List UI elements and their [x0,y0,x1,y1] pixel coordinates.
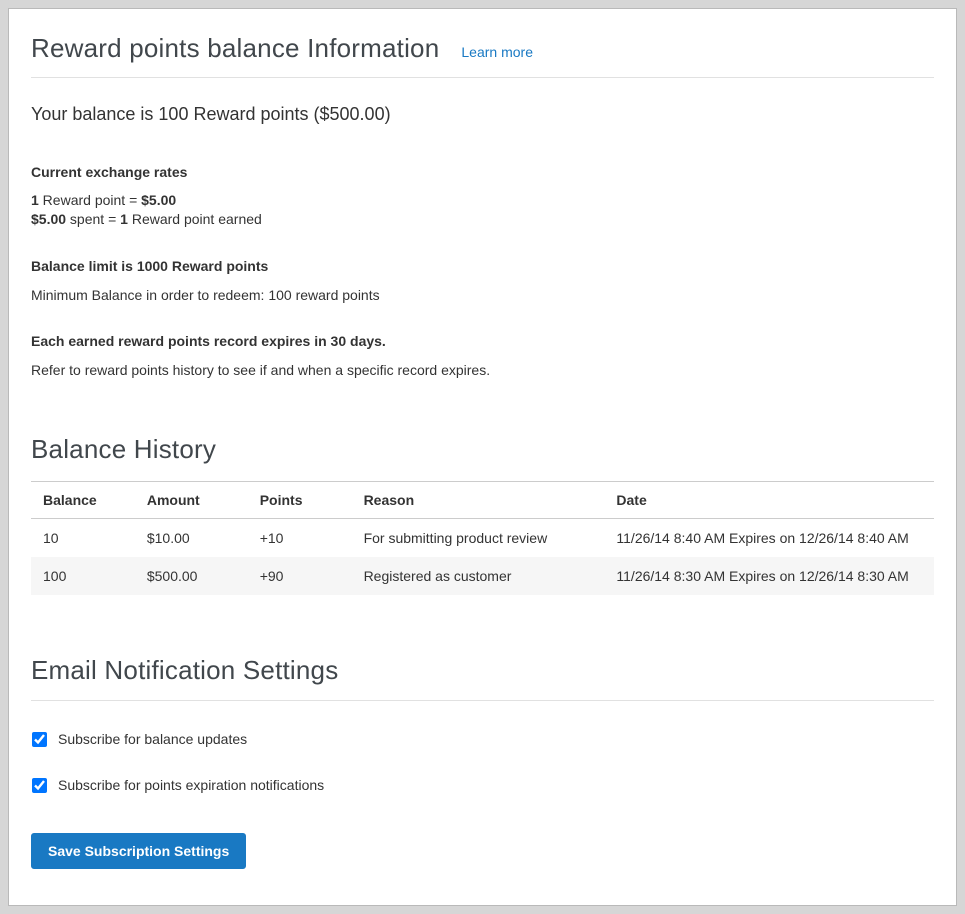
date-cell: 11/26/14 8:30 AM Expires on 12/26/14 8:3… [604,557,934,595]
table-row: 10 $10.00 +10 For submitting product rev… [31,519,934,558]
page-header: Reward points balance Information Learn … [31,9,934,64]
balance-limit-text: Balance limit is 1000 Reward points [31,258,934,274]
rate1-points: 1 [31,192,39,208]
rate2-amount: $5.00 [31,211,66,227]
minimum-balance-text: Minimum Balance in order to redeem: 100 … [31,287,934,303]
reward-points-panel: Reward points balance Information Learn … [8,8,957,906]
header-divider [31,77,934,78]
column-header-reason: Reason [352,482,605,519]
email-settings-title: Email Notification Settings [31,655,934,686]
subscribe-expiration-notifications-row[interactable]: Subscribe for points expiration notifica… [31,777,324,793]
balance-updates-label: Subscribe for balance updates [58,731,247,747]
learn-more-link[interactable]: Learn more [461,44,533,60]
table-header-row: Balance Amount Points Reason Date [31,482,934,519]
table-row: 100 $500.00 +90 Registered as customer 1… [31,557,934,595]
expiration-notifications-label: Subscribe for points expiration notifica… [58,777,324,793]
rate-line-earn: 1 Reward point = $5.00 [31,191,934,210]
balance-history-table: Balance Amount Points Reason Date 10 $10… [31,481,934,595]
points-cell: +90 [248,557,352,595]
page-title: Reward points balance Information [31,33,439,64]
rate1-text: Reward point = [39,192,141,208]
balance-summary: Your balance is 100 Reward points ($500.… [31,104,934,125]
reason-cell: Registered as customer [352,557,605,595]
rate2-points: 1 [120,211,128,227]
column-header-amount: Amount [135,482,248,519]
exchange-rates-title: Current exchange rates [31,164,934,180]
column-header-balance: Balance [31,482,135,519]
expiration-notifications-checkbox[interactable] [32,778,47,793]
reason-cell: For submitting product review [352,519,605,558]
amount-cell: $500.00 [135,557,248,595]
amount-cell: $10.00 [135,519,248,558]
balance-updates-checkbox[interactable] [32,732,47,747]
save-subscription-settings-button[interactable]: Save Subscription Settings [31,833,246,869]
subscribe-balance-updates-row[interactable]: Subscribe for balance updates [31,731,247,747]
expiry-title: Each earned reward points record expires… [31,333,934,349]
balance-history-title: Balance History [31,434,934,465]
balance-cell: 100 [31,557,135,595]
rate2-end-text: Reward point earned [128,211,262,227]
rate-line-spend: $5.00 spent = 1 Reward point earned [31,210,934,229]
balance-cell: 10 [31,519,135,558]
column-header-points: Points [248,482,352,519]
points-cell: +10 [248,519,352,558]
expiry-note: Refer to reward points history to see if… [31,362,934,378]
date-cell: 11/26/14 8:40 AM Expires on 12/26/14 8:4… [604,519,934,558]
exchange-rates: 1 Reward point = $5.00 $5.00 spent = 1 R… [31,191,934,229]
email-settings-divider [31,700,934,701]
rate1-amount: $5.00 [141,192,176,208]
rate2-text: spent = [66,211,120,227]
column-header-date: Date [604,482,934,519]
